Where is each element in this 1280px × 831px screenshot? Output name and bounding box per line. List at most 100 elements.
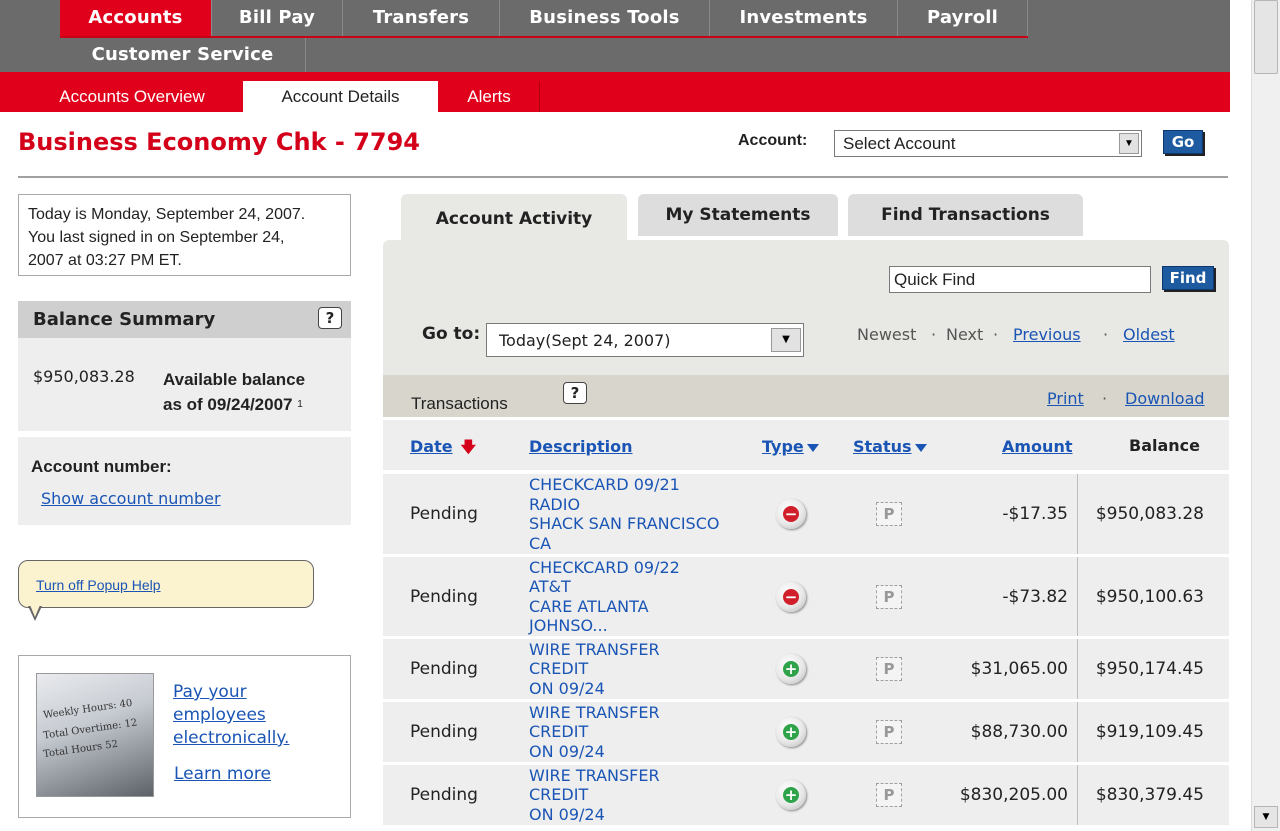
chevron-down-icon[interactable]: ▼	[1119, 133, 1139, 154]
column-date-label: Date	[410, 437, 453, 456]
nav-bill-pay[interactable]: Bill Pay	[212, 0, 343, 36]
tab-my-statements[interactable]: My Statements	[638, 194, 838, 236]
column-header-row: Date 🡇 Description Type Status Amount Bal…	[383, 420, 1229, 470]
go-button[interactable]: Go	[1163, 130, 1203, 154]
row-balance: $950,083.28	[1095, 504, 1204, 524]
heading-divider	[18, 176, 1228, 178]
dropdown-triangle-icon	[914, 443, 927, 452]
row-date: Pending	[410, 659, 478, 679]
nav-accounts[interactable]: Accounts	[60, 0, 212, 36]
nav-payroll[interactable]: Payroll	[898, 0, 1028, 36]
pending-status-icon: P	[876, 720, 902, 744]
subnav-accounts-overview[interactable]: Accounts Overview	[22, 81, 242, 112]
goto-date-value: Today(Sept 24, 2007)	[499, 331, 671, 350]
table-row[interactable]: Pending WIRE TRANSFER CREDIT ON 09/24 + P $3…	[383, 639, 1229, 699]
tab-account-activity[interactable]: Account Activity	[401, 194, 627, 241]
chevron-down-icon[interactable]: ▼	[771, 328, 801, 352]
row-date: Pending	[410, 504, 478, 524]
balance-summary-body: $950,083.28 Available balance as of 09/2…	[18, 338, 351, 431]
nav-investments[interactable]: Investments	[710, 0, 898, 36]
type-symbol: +	[783, 786, 799, 804]
goto-date-select[interactable]: Today(Sept 24, 2007) ▼	[486, 323, 804, 357]
tab-find-transactions[interactable]: Find Transactions	[848, 194, 1083, 236]
available-balance-label-line: Available balance	[163, 370, 306, 389]
nav-divider	[60, 36, 1028, 38]
nav-separator: ·	[1103, 325, 1109, 344]
timesheet-image[interactable]: Weekly Hours: 40 Total Overtime: 12 Tota…	[36, 673, 154, 797]
column-type[interactable]: Type	[762, 437, 819, 456]
account-label: Account:	[738, 132, 808, 149]
previous-link[interactable]: Previous	[1013, 325, 1081, 344]
pay-employees-link[interactable]: Pay your employees electronically.	[173, 681, 333, 750]
turn-off-popup-help-link[interactable]: Turn off Popup Help	[36, 577, 161, 593]
table-row[interactable]: Pending WIRE TRANSFER CREDIT ON 09/24 + P $8…	[383, 765, 1229, 825]
pending-status-icon: P	[876, 657, 902, 681]
scrollbar-thumb[interactable]	[1254, 0, 1278, 74]
type-symbol: −	[783, 505, 799, 523]
bubble-tail-fill	[30, 605, 40, 617]
nav-customer-service[interactable]: Customer Service	[60, 37, 306, 73]
row-description[interactable]: CHECKCARD 09/22 AT&T CARE ATLANTA JOHNSO…	[529, 558, 680, 636]
top-nav: Accounts Bill Pay Transfers Business Too…	[0, 0, 1230, 73]
print-link[interactable]: Print	[1047, 389, 1084, 408]
nav-newest: Newest	[857, 325, 917, 344]
column-status-label: Status	[853, 437, 912, 456]
row-description[interactable]: WIRE TRANSFER CREDIT ON 09/24	[529, 640, 660, 699]
sort-desc-icon: 🡇	[460, 438, 476, 456]
row-date: Pending	[410, 722, 478, 742]
sub-nav: Accounts Overview Account Details Alerts	[0, 72, 1230, 112]
account-select-value: Select Account	[843, 134, 956, 153]
download-link[interactable]: Download	[1125, 389, 1205, 408]
account-number-box: Account number: Show account number	[18, 437, 351, 525]
scroll-down-icon[interactable]: ▼	[1254, 806, 1278, 828]
column-divider	[1077, 765, 1078, 825]
help-icon[interactable]: ?	[563, 382, 587, 404]
row-description[interactable]: CHECKCARD 09/21 RADIO SHACK SAN FRANCISC…	[529, 475, 719, 553]
table-row[interactable]: Pending CHECKCARD 09/21 RADIO SHACK SAN F…	[383, 474, 1229, 554]
nav-business-tools[interactable]: Business Tools	[500, 0, 710, 36]
quick-find-input[interactable]: Quick Find	[889, 266, 1151, 293]
pending-status-icon: P	[876, 502, 902, 526]
column-status[interactable]: Status	[853, 437, 927, 456]
type-symbol: −	[783, 587, 799, 606]
nav-transfers[interactable]: Transfers	[343, 0, 500, 36]
help-icon[interactable]: ?	[318, 307, 342, 329]
table-row[interactable]: Pending WIRE TRANSFER CREDIT ON 09/24 + P $8…	[383, 702, 1229, 762]
column-divider	[1077, 557, 1078, 636]
balance-date-text: as of 09/24/2007	[163, 395, 293, 414]
popup-help-bubble: Turn off Popup Help	[18, 560, 314, 608]
column-description[interactable]: Description	[529, 437, 632, 456]
row-balance: $950,100.63	[1095, 586, 1204, 607]
show-account-number-link[interactable]: Show account number	[41, 489, 221, 508]
available-balance-date: as of 09/24/2007 1	[163, 392, 305, 417]
oldest-link[interactable]: Oldest	[1123, 325, 1175, 344]
nav-next: Next	[946, 325, 984, 344]
subnav-alerts[interactable]: Alerts	[440, 81, 538, 112]
goto-label: Go to:	[422, 324, 481, 344]
row-balance: $950,174.45	[1095, 659, 1204, 679]
page-scrollbar[interactable]: ▼	[1251, 0, 1280, 831]
row-balance: $919,109.45	[1095, 722, 1204, 742]
available-balance-amount: $950,083.28	[33, 367, 135, 386]
row-description[interactable]: WIRE TRANSFER CREDIT ON 09/24	[529, 703, 660, 762]
row-amount: -$17.35	[1002, 504, 1068, 524]
subnav-account-details[interactable]: Account Details	[243, 81, 438, 112]
column-amount[interactable]: Amount	[1002, 437, 1072, 456]
find-button[interactable]: Find	[1162, 266, 1214, 290]
plus-icon: +	[776, 717, 806, 747]
row-amount: $830,205.00	[959, 785, 1068, 805]
footnote-marker[interactable]: 1	[297, 399, 303, 410]
account-select[interactable]: Select Account ▼	[834, 130, 1142, 157]
column-divider	[1077, 474, 1078, 554]
timesheet-line: Total Hours 52	[42, 738, 119, 761]
session-info-line: 2007 at 03:27 PM ET.	[28, 252, 182, 269]
nav-separator: ·	[931, 325, 937, 344]
session-info: Today is Monday, September 24, 2007. You…	[18, 194, 351, 276]
learn-more-link[interactable]: Learn more	[174, 764, 271, 784]
table-row[interactable]: Pending CHECKCARD 09/22 AT&T CARE ATLANTA…	[383, 557, 1229, 636]
column-date[interactable]: Date 🡇	[410, 437, 476, 462]
balance-summary-title: Balance Summary	[33, 309, 216, 330]
session-info-line: Today is Monday, September 24, 2007.	[28, 206, 306, 223]
dropdown-triangle-icon	[806, 443, 819, 452]
row-description[interactable]: WIRE TRANSFER CREDIT ON 09/24	[529, 766, 660, 825]
